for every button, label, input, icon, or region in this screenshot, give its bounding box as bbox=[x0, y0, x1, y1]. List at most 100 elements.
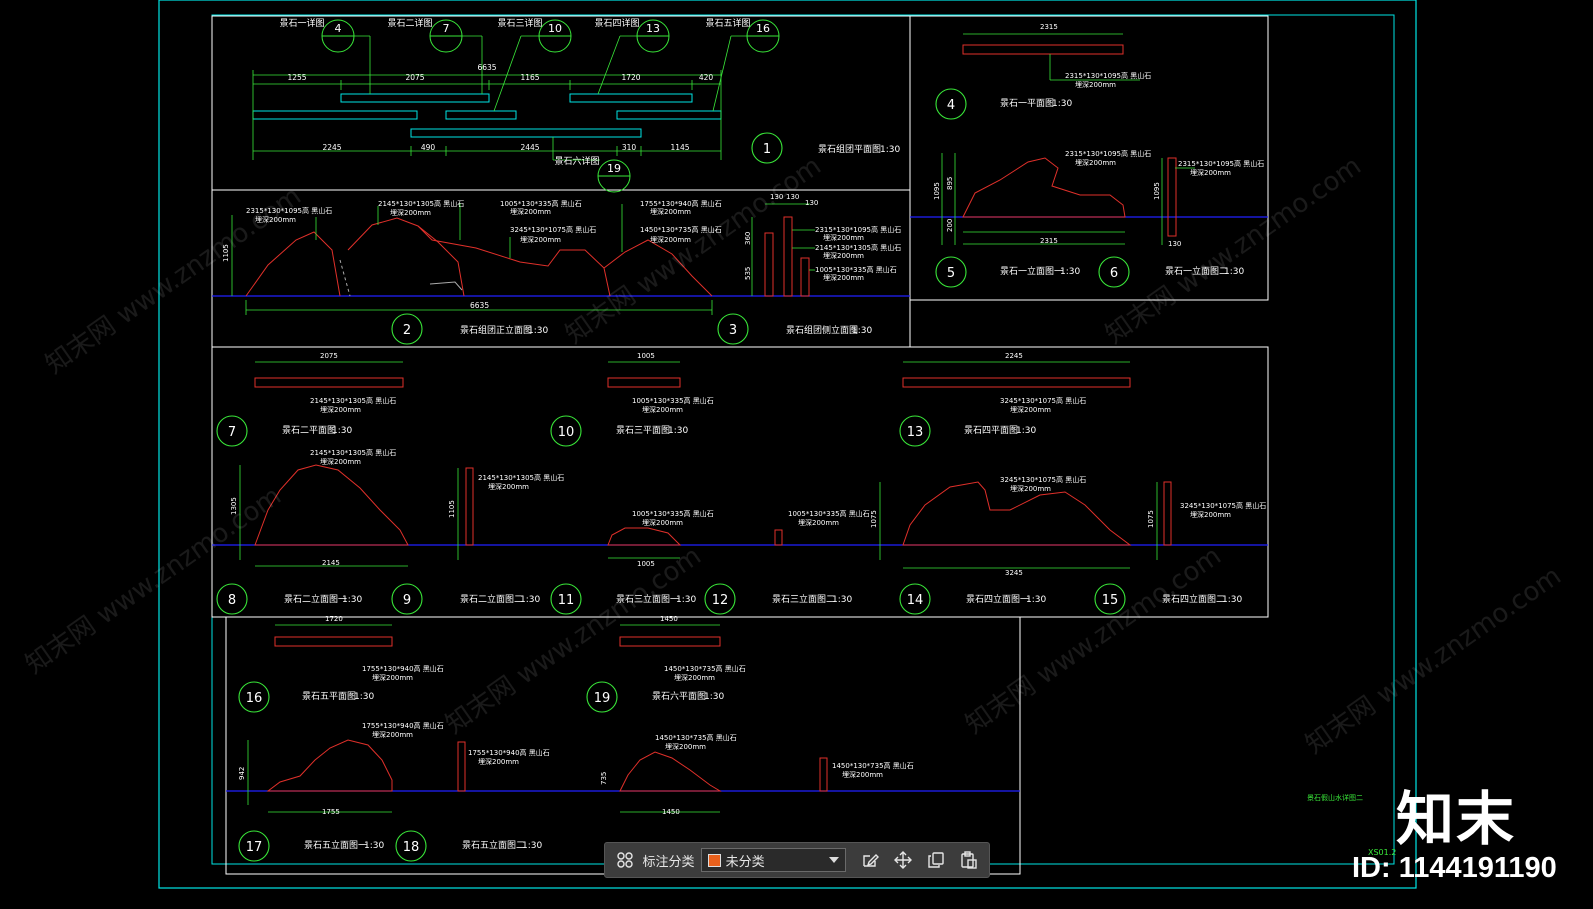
svg-text:1450: 1450 bbox=[660, 615, 678, 623]
plan-dim-labels: 6635 1255 2075 1165 1720 420 2245 490 24… bbox=[287, 63, 713, 152]
svg-text:埋深200mm: 埋深200mm bbox=[320, 405, 361, 414]
panel-stones-5-6 bbox=[225, 616, 1021, 875]
resource-id: ID: 1144191190 bbox=[1352, 852, 1557, 884]
svg-text:8: 8 bbox=[228, 593, 236, 608]
svg-text:1005: 1005 bbox=[637, 560, 655, 568]
svg-text:1:30: 1:30 bbox=[1026, 595, 1046, 605]
svg-text:3245*130*1075高 黑山石: 3245*130*1075高 黑山石 bbox=[1000, 475, 1086, 484]
svg-text:1005: 1005 bbox=[637, 352, 655, 360]
svg-text:1095: 1095 bbox=[1153, 182, 1161, 200]
svg-text:2315*130*1095高 黑山石: 2315*130*1095高 黑山石 bbox=[1065, 149, 1151, 158]
svg-text:1: 1 bbox=[763, 142, 771, 157]
svg-text:埋深200mm: 埋深200mm bbox=[372, 673, 413, 682]
svg-text:1450*130*735高 黑山石: 1450*130*735高 黑山石 bbox=[655, 733, 737, 742]
svg-text:18: 18 bbox=[403, 840, 420, 855]
detail-ref-numbers: 4 7 10 13 16 19 bbox=[335, 22, 771, 175]
grid-icon[interactable] bbox=[613, 848, 637, 872]
svg-text:7: 7 bbox=[443, 22, 450, 35]
svg-text:埋深200mm: 埋深200mm bbox=[1010, 484, 1051, 493]
cad-drawing-canvas[interactable]: 6635 1255 2075 1165 1720 420 2245 490 24… bbox=[0, 0, 1593, 909]
svg-text:埋深200mm: 埋深200mm bbox=[1190, 510, 1231, 519]
side-elev-labels: 130 130 130 2315*130*1095高 黑山石 埋深200mm 2… bbox=[744, 193, 901, 282]
svg-text:19: 19 bbox=[607, 162, 621, 175]
svg-text:1145: 1145 bbox=[670, 143, 689, 152]
svg-text:1:30: 1:30 bbox=[1052, 99, 1072, 109]
svg-text:景石六平面图: 景石六平面图 bbox=[652, 690, 706, 702]
svg-text:景石一详图: 景石一详图 bbox=[279, 17, 324, 29]
move-icon[interactable] bbox=[891, 848, 915, 872]
svg-text:2245: 2245 bbox=[1005, 352, 1023, 360]
svg-text:埋深200mm: 埋深200mm bbox=[520, 235, 561, 244]
svg-text:1:30: 1:30 bbox=[332, 426, 352, 436]
svg-text:130: 130 bbox=[805, 199, 818, 207]
panel-group-plan bbox=[211, 15, 911, 348]
svg-text:3245*130*1075高 黑山石: 3245*130*1075高 黑山石 bbox=[510, 225, 596, 234]
svg-text:1:30: 1:30 bbox=[1016, 426, 1036, 436]
svg-text:景石四立面图一: 景石四立面图一 bbox=[966, 593, 1029, 605]
svg-text:3245*130*1075高 黑山石: 3245*130*1075高 黑山石 bbox=[1180, 501, 1266, 510]
plan-dim-lines bbox=[252, 35, 763, 161]
svg-text:埋深200mm: 埋深200mm bbox=[674, 673, 715, 682]
svg-text:2315: 2315 bbox=[1040, 23, 1058, 31]
svg-text:13: 13 bbox=[907, 425, 924, 440]
svg-text:1165: 1165 bbox=[520, 73, 539, 82]
svg-text:景石三立面图一: 景石三立面图一 bbox=[616, 593, 679, 605]
svg-text:535: 535 bbox=[744, 267, 752, 280]
svg-text:景石五平面图: 景石五平面图 bbox=[302, 691, 356, 702]
stone1-labels: 2315 2315*130*1095高 黑山石 埋深200mm 2315*130… bbox=[933, 23, 1264, 248]
panel-stone1 bbox=[909, 15, 1269, 301]
svg-text:1:30: 1:30 bbox=[832, 595, 852, 605]
svg-text:景石四详图: 景石四详图 bbox=[594, 17, 639, 29]
svg-text:2145*130*1305高 黑山石: 2145*130*1305高 黑山石 bbox=[478, 473, 564, 482]
svg-text:6635: 6635 bbox=[477, 63, 496, 72]
svg-text:1:30: 1:30 bbox=[354, 692, 374, 702]
svg-text:埋深200mm: 埋深200mm bbox=[510, 207, 551, 216]
paste-icon[interactable] bbox=[957, 848, 981, 872]
svg-text:2145: 2145 bbox=[322, 559, 340, 567]
svg-text:130: 130 bbox=[770, 193, 783, 201]
svg-text:7: 7 bbox=[228, 425, 236, 440]
svg-text:1:30: 1:30 bbox=[1224, 267, 1244, 277]
svg-text:1005*130*335高 黑山石: 1005*130*335高 黑山石 bbox=[788, 509, 870, 518]
svg-text:16: 16 bbox=[246, 691, 263, 706]
svg-text:埋深200mm: 埋深200mm bbox=[823, 233, 864, 242]
category-label: 标注分类 bbox=[642, 854, 695, 870]
svg-text:1075: 1075 bbox=[870, 510, 878, 528]
svg-text:1:30: 1:30 bbox=[1060, 267, 1080, 277]
svg-text:3245*130*1075高 黑山石: 3245*130*1075高 黑山石 bbox=[1000, 396, 1086, 405]
svg-text:埋深200mm: 埋深200mm bbox=[255, 215, 296, 224]
detail-ref-bubbles bbox=[321, 19, 780, 193]
category-color-swatch bbox=[707, 853, 721, 867]
svg-text:2145*130*1305高 黑山石: 2145*130*1305高 黑山石 bbox=[378, 199, 464, 208]
svg-text:1075: 1075 bbox=[1147, 510, 1155, 528]
svg-text:2315*130*1095高 黑山石: 2315*130*1095高 黑山石 bbox=[246, 206, 332, 215]
svg-text:17: 17 bbox=[246, 840, 263, 855]
svg-text:埋深200mm: 埋深200mm bbox=[642, 405, 683, 414]
svg-text:1005*130*335高 黑山石: 1005*130*335高 黑山石 bbox=[500, 199, 582, 208]
svg-text:埋深200mm: 埋深200mm bbox=[390, 208, 431, 217]
svg-text:1:30: 1:30 bbox=[852, 326, 872, 336]
svg-text:景石二详图: 景石二详图 bbox=[387, 17, 432, 29]
svg-text:1:30: 1:30 bbox=[1222, 595, 1242, 605]
svg-text:景石一平面图: 景石一平面图 bbox=[1000, 98, 1054, 109]
svg-text:3: 3 bbox=[729, 323, 737, 338]
svg-text:2145*130*1305高 黑山石: 2145*130*1305高 黑山石 bbox=[815, 243, 901, 252]
stone1-views bbox=[941, 33, 1195, 245]
svg-text:2145*130*1305高 黑山石: 2145*130*1305高 黑山石 bbox=[310, 448, 396, 457]
svg-text:1005*130*335高 黑山石: 1005*130*335高 黑山石 bbox=[632, 509, 714, 518]
svg-text:2075: 2075 bbox=[405, 73, 424, 82]
svg-text:埋深200mm: 埋深200mm bbox=[1075, 158, 1116, 167]
svg-text:景石三平面图: 景石三平面图 bbox=[616, 425, 670, 436]
svg-text:12: 12 bbox=[712, 593, 729, 608]
svg-text:埋深200mm: 埋深200mm bbox=[1190, 168, 1231, 177]
category-dropdown[interactable]: 未分类 bbox=[700, 848, 846, 872]
copy-icon[interactable] bbox=[924, 848, 948, 872]
svg-text:15: 15 bbox=[1102, 593, 1119, 608]
svg-text:1755*130*940高 黑山石: 1755*130*940高 黑山石 bbox=[468, 748, 550, 757]
edit-icon[interactable] bbox=[858, 848, 882, 872]
svg-text:1305: 1305 bbox=[230, 497, 238, 515]
svg-text:埋深200mm: 埋深200mm bbox=[1010, 405, 1051, 414]
svg-text:景石五立面图二: 景石五立面图二 bbox=[462, 839, 525, 851]
svg-text:埋深200mm: 埋深200mm bbox=[488, 482, 529, 491]
svg-text:6635: 6635 bbox=[470, 301, 489, 310]
